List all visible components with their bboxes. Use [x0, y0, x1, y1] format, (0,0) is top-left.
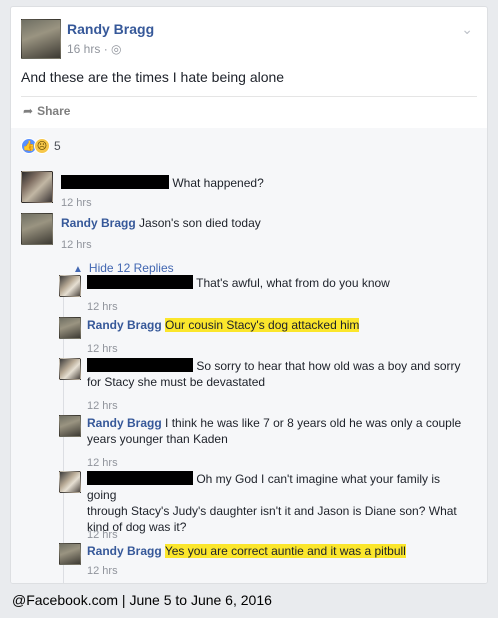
reply-time[interactable]: 12 hrs — [87, 527, 118, 543]
post-card: Randy Bragg 16 hrs · ◎ ⌄ And these are t… — [10, 6, 488, 584]
redacted-name — [87, 471, 193, 485]
comment-body: Randy Bragg Jason's son died today — [61, 215, 261, 231]
replier-avatar[interactable] — [59, 471, 81, 493]
reply-body: Oh my God I can't imagine what your fami… — [87, 471, 471, 535]
author-avatar[interactable] — [21, 19, 61, 59]
reply-body: Randy Bragg Our cousin Stacy's dog attac… — [87, 317, 360, 333]
commenter-avatar[interactable] — [21, 213, 53, 245]
redacted-name — [61, 175, 169, 189]
comment-text: What happened? — [172, 176, 264, 190]
reply-text-line-1: So sorry to hear that how old was a boy … — [196, 359, 461, 373]
replier-avatar[interactable] — [59, 415, 81, 437]
post-text: And these are the times I hate being alo… — [21, 69, 285, 85]
reply-body: That's awful, what from do you know — [87, 275, 390, 291]
reply-text-line-2: through Stacy's Judy's daughter isn't it… — [87, 504, 457, 518]
reply-text-line-1: I think he was like 7 or 8 years old he … — [165, 416, 462, 430]
reply-time[interactable]: 12 hrs — [87, 455, 118, 471]
replier-name[interactable]: Randy Bragg — [87, 318, 162, 332]
replier-name[interactable]: Randy Bragg — [87, 544, 162, 558]
reply-text-highlighted: Yes you are correct auntie and it was a … — [164, 544, 406, 558]
reply-time[interactable]: 12 hrs — [87, 341, 118, 357]
chevron-up-icon: ▲ — [73, 264, 83, 275]
author-name[interactable]: Randy Bragg — [67, 21, 154, 37]
comment-text: Jason's son died today — [139, 216, 261, 230]
hide-replies-label: Hide 12 Replies — [88, 261, 174, 275]
commenter-avatar[interactable] — [21, 171, 53, 203]
chevron-down-icon[interactable]: ⌄ — [461, 21, 473, 38]
reaction-count[interactable]: 5 — [54, 139, 61, 153]
share-label: Share — [37, 104, 71, 118]
redacted-name — [87, 358, 193, 372]
reply-body: So sorry to hear that how old was a boy … — [87, 358, 467, 390]
reactions-bar[interactable]: 👍 ☹ 5 — [21, 137, 61, 155]
reply-body: Randy Bragg Yes you are correct auntie a… — [87, 543, 406, 559]
share-arrow-icon: ➦ — [23, 104, 34, 118]
comment-time[interactable]: 12 hrs — [61, 195, 92, 211]
reply-text: That's awful, what from do you know — [196, 276, 390, 290]
reply-time[interactable]: 12 hrs — [87, 299, 118, 315]
post-header: Randy Bragg 16 hrs · ◎ ⌄ — [21, 19, 477, 63]
reply-time[interactable]: 12 hrs — [87, 398, 118, 414]
share-button[interactable]: ➦ Share — [23, 104, 70, 118]
replier-name[interactable]: Randy Bragg — [87, 416, 162, 430]
reply-text-highlighted: Our cousin Stacy's dog attacked him — [165, 318, 360, 332]
replier-avatar[interactable] — [59, 543, 81, 565]
reply-text-line-2: years younger than Kaden — [87, 432, 228, 446]
post-meta: 16 hrs · ◎ — [67, 42, 122, 56]
reply-body: Randy Bragg I think he was like 7 or 8 y… — [87, 415, 467, 447]
replier-avatar[interactable] — [59, 275, 81, 297]
sad-reaction-icon: ☹ — [34, 138, 50, 154]
reply-time[interactable]: 12 hrs — [87, 563, 118, 579]
source-caption: @Facebook.com | June 5 to June 6, 2016 — [12, 592, 272, 608]
replier-avatar[interactable] — [59, 358, 81, 380]
reply-text-line-2: for Stacy she must be devastated — [87, 375, 266, 389]
globe-icon: ◎ — [111, 42, 122, 56]
replier-avatar[interactable] — [59, 317, 81, 339]
comment-time[interactable]: 12 hrs — [61, 237, 92, 253]
separator-dot: · — [103, 42, 112, 56]
redacted-name — [87, 275, 193, 289]
hide-replies-link[interactable]: ▲ Hide 12 Replies — [73, 261, 174, 275]
comment: Randy Bragg Jason's son died today 12 hr… — [21, 213, 481, 253]
divider — [21, 96, 477, 97]
comment-body: What happened? — [61, 175, 264, 191]
post-time[interactable]: 16 hrs — [67, 42, 100, 56]
commenter-name[interactable]: Randy Bragg — [61, 216, 136, 230]
comment: What happened? 12 hrs — [21, 171, 481, 211]
